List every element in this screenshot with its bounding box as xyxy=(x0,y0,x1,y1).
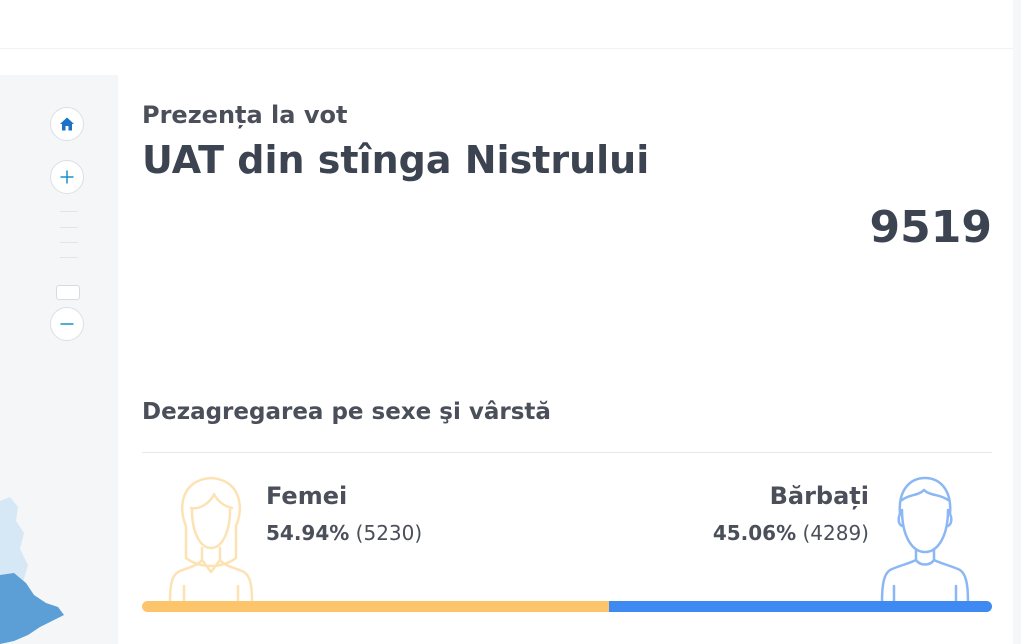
female-percent: 54.94% xyxy=(266,521,350,545)
zoom-out-button[interactable] xyxy=(50,307,84,341)
zoom-tick xyxy=(60,227,78,228)
male-stat: 45.06% (4289) xyxy=(713,521,869,545)
home-button[interactable] xyxy=(50,107,84,141)
male-count: (4289) xyxy=(802,521,869,545)
male-percent: 45.06% xyxy=(712,521,797,545)
map-region-dark xyxy=(0,573,64,644)
divider xyxy=(142,452,992,453)
zoom-tick xyxy=(60,257,78,258)
zoom-tick xyxy=(60,242,78,243)
breakdown-title: Dezagregarea pe sexe şi vârstă xyxy=(142,399,551,425)
male-label: Bărbați xyxy=(769,482,869,510)
female-count: (5230) xyxy=(355,521,423,545)
map-region-shape[interactable] xyxy=(0,75,118,644)
top-bar xyxy=(0,0,1013,49)
gender-ratio-bar xyxy=(142,601,992,612)
female-figure-icon xyxy=(168,476,254,602)
female-stat: 54.94% (5230) xyxy=(266,521,422,545)
female-label: Femei xyxy=(266,482,348,510)
total-turnout: 9519 xyxy=(869,202,992,253)
male-figure-icon xyxy=(880,476,970,602)
scrollbar[interactable] xyxy=(1013,0,1021,644)
zoom-slider-handle[interactable] xyxy=(56,285,80,300)
female-share-bar xyxy=(142,601,609,612)
male-share-bar xyxy=(608,601,992,612)
home-icon xyxy=(60,117,74,131)
plus-icon xyxy=(60,170,74,184)
zoom-tick xyxy=(60,211,78,212)
minus-icon xyxy=(60,323,74,325)
page-title: UAT din stînga Nistrului xyxy=(142,138,650,182)
zoom-in-button[interactable] xyxy=(50,160,84,194)
page-subtitle: Prezența la vot xyxy=(142,101,348,129)
map-panel[interactable] xyxy=(0,75,118,644)
